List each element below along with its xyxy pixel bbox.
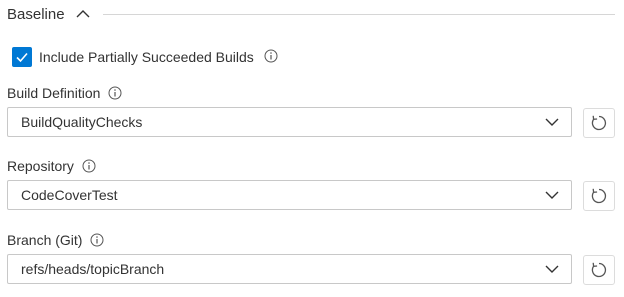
info-icon[interactable] [264, 49, 278, 63]
repository-value: CodeCoverTest [21, 187, 118, 203]
chevron-down-icon [544, 114, 560, 130]
check-icon [16, 52, 28, 63]
info-icon[interactable] [82, 159, 96, 173]
repository-label-row: Repository [7, 158, 96, 174]
build-definition-refresh-button[interactable] [583, 108, 615, 138]
branch-label: Branch (Git) [7, 232, 83, 248]
branch-label-row: Branch (Git) [7, 232, 104, 248]
include-partial-builds-label: Include Partially Succeeded Builds [39, 49, 254, 65]
build-definition-value: BuildQualityChecks [21, 114, 143, 130]
collapse-section-button[interactable] [75, 6, 91, 22]
info-icon[interactable] [108, 86, 122, 100]
build-definition-label: Build Definition [7, 85, 101, 101]
repository-label: Repository [7, 158, 74, 174]
refresh-icon [591, 262, 607, 278]
section-header: Baseline [7, 4, 91, 24]
build-definition-dropdown[interactable]: BuildQualityChecks [7, 107, 572, 137]
repository-refresh-button[interactable] [583, 181, 615, 211]
chevron-down-icon [544, 187, 560, 203]
refresh-icon [591, 115, 607, 131]
include-partial-builds-row: Include Partially Succeeded Builds [12, 47, 278, 67]
section-title: Baseline [7, 5, 65, 23]
info-icon[interactable] [90, 233, 104, 247]
build-definition-label-row: Build Definition [7, 85, 122, 101]
branch-value: refs/heads/topicBranch [21, 261, 165, 277]
chevron-up-icon [76, 10, 90, 18]
refresh-icon [591, 188, 607, 204]
repository-dropdown[interactable]: CodeCoverTest [7, 180, 572, 210]
include-partial-builds-checkbox[interactable] [12, 47, 32, 67]
chevron-down-icon [544, 261, 560, 277]
branch-dropdown[interactable]: refs/heads/topicBranch [7, 254, 572, 284]
branch-refresh-button[interactable] [583, 255, 615, 285]
section-divider [103, 14, 615, 15]
